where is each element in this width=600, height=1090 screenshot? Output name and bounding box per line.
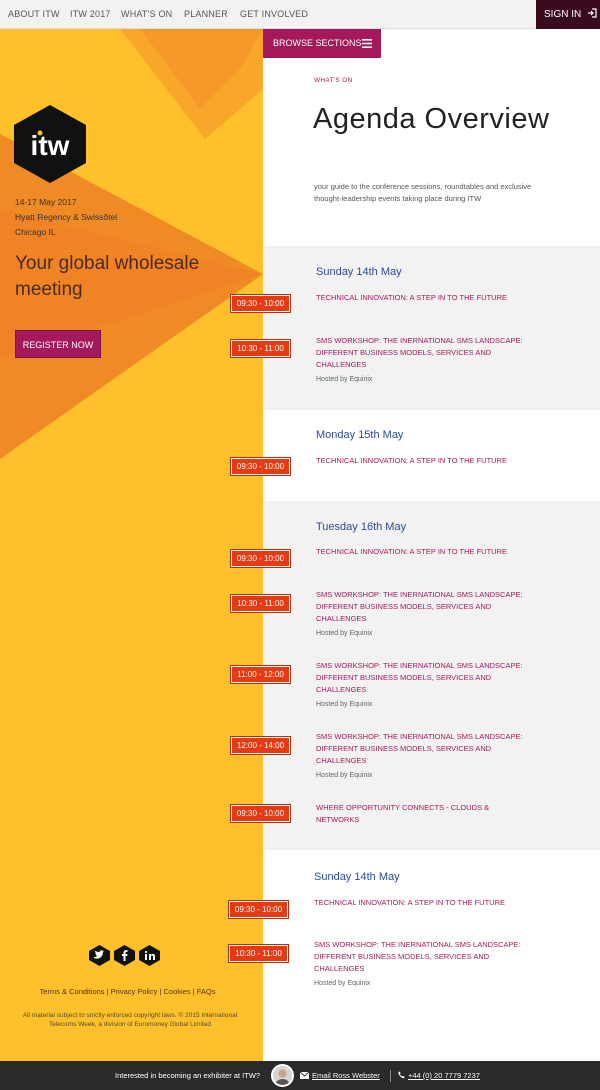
nav-item-itw-2017[interactable]: ITW 2017: [70, 0, 111, 29]
menu-icon: [362, 39, 372, 48]
session-title[interactable]: SMS WORKSHOP: THE INERNATIONAL SMS LANDS…: [316, 660, 541, 696]
session-time-badge: 09:30 - 10:00: [231, 550, 290, 567]
session-time-badge: 10:30 - 11:00: [231, 340, 290, 357]
day-section: Sunday 14th May TECHNICAL INNOVATION: A …: [263, 850, 600, 1061]
session-time-badge: 12:00 - 14:00: [231, 737, 290, 754]
session-time-badge: 10:30 - 11:00: [229, 945, 288, 962]
event-venue: Hyatt Regency & Swissôtel: [15, 212, 118, 222]
session-title[interactable]: WHERE OPPORTUNITY CONNECTS - CLOUDS & NE…: [316, 802, 506, 826]
avatar: [271, 1064, 294, 1087]
faqs-link[interactable]: FAQs: [197, 987, 216, 996]
session-title[interactable]: TECHNICAL INNOVATION: A STEP IN TO THE F…: [314, 897, 539, 909]
nav-item-get-involved[interactable]: GET INVOLVED: [240, 0, 308, 29]
twitter-icon[interactable]: [89, 945, 110, 966]
day-title: Sunday 14th May: [316, 266, 402, 278]
copyright-text: All material subject to strictly enforce…: [22, 1012, 238, 1028]
top-nav: ABOUT ITW ITW 2017 WHAT'S ON PLANNER GET…: [0, 0, 600, 29]
event-city: Chicago IL: [15, 227, 56, 237]
nav-item-whats-on[interactable]: WHAT'S ON: [121, 0, 172, 29]
sign-in-button[interactable]: SIGN IN: [536, 0, 600, 29]
footer-links: Terms & Conditions | Privacy Policy | Co…: [39, 987, 216, 996]
session-host: Hosted by Equinix: [316, 630, 373, 637]
session-time-badge: 09:30 - 10:00: [231, 805, 290, 822]
session-host: Hosted by Equinix: [316, 701, 373, 708]
session-host: Hosted by Equinix: [316, 376, 373, 383]
page-title: Agenda Overview: [313, 103, 550, 135]
sign-in-label: SIGN IN: [544, 9, 582, 20]
session-title[interactable]: TECHNICAL INNOVATION: A STEP IN TO THE F…: [316, 455, 541, 467]
envelope-icon: [300, 1072, 309, 1079]
session-time-badge: 11:00 - 12:00: [231, 666, 290, 683]
day-title: Sunday 14th May: [314, 871, 400, 883]
event-date: 14-17 May 2017: [15, 197, 77, 207]
sign-in-icon: [588, 8, 597, 18]
browse-sections-button[interactable]: BROWSE SECTIONS: [263, 29, 381, 58]
event-tagline: Your global wholesale meeting: [15, 253, 200, 300]
browse-sections-label: BROWSE SECTIONS: [273, 38, 362, 48]
day-section: Sunday 14th May TECHNICAL INNOVATION: A …: [263, 246, 600, 410]
session-host: Hosted by Equinix: [316, 772, 373, 779]
day-section: Tuesday 16th May TECHNICAL INNOVATION: A…: [263, 501, 600, 850]
email-contact-label: Email Ross Webster: [312, 1071, 380, 1080]
day-title: Monday 15th May: [316, 429, 404, 441]
svg-text:itw: itw: [31, 130, 70, 161]
facebook-icon[interactable]: [114, 945, 135, 966]
session-title[interactable]: TECHNICAL INNOVATION: A STEP IN TO THE F…: [316, 546, 541, 558]
session-time-badge: 09:30 - 10:00: [229, 901, 288, 918]
session-host: Hosted by Equinix: [314, 980, 371, 987]
session-title[interactable]: SMS WORKSHOP: THE INERNATIONAL SMS LANDS…: [314, 939, 539, 975]
exhibitor-prompt: Interested in becoming an exhibiter at I…: [115, 1071, 261, 1080]
terms-link[interactable]: Terms & Conditions: [40, 987, 105, 996]
nav-item-about[interactable]: ABOUT ITW: [8, 0, 60, 29]
event-sidebar: itw 14-17 May 2017 Hyatt Regency & Swiss…: [0, 29, 263, 1061]
divider: [390, 1070, 391, 1082]
session-title[interactable]: SMS WORKSHOP: THE INERNATIONAL SMS LANDS…: [316, 589, 541, 625]
breadcrumb: WHAT'S ON: [314, 77, 353, 84]
email-contact-link[interactable]: Email Ross Webster: [300, 1061, 380, 1090]
nav-item-planner[interactable]: PLANNER: [184, 0, 228, 29]
day-title: Tuesday 16th May: [316, 521, 407, 533]
session-title[interactable]: SMS WORKSHOP: THE INERNATIONAL SMS LANDS…: [316, 731, 541, 767]
register-now-button[interactable]: REGISTER NOW: [15, 330, 101, 358]
session-time-badge: 09:30 - 10:00: [231, 295, 290, 312]
session-title[interactable]: SMS WORKSHOP: THE INERNATIONAL SMS LANDS…: [316, 335, 541, 371]
cookies-link[interactable]: Cookies: [163, 987, 190, 996]
itw-logo: itw: [14, 105, 86, 183]
exhibitor-contact-bar: Interested in becoming an exhibiter at I…: [0, 1061, 600, 1090]
phone-contact-label: +44 (0) 20 7779 7237: [408, 1071, 480, 1080]
session-title[interactable]: TECHNICAL INNOVATION: A STEP IN TO THE F…: [316, 292, 541, 304]
privacy-link[interactable]: Privacy Policy: [111, 987, 158, 996]
phone-contact-link[interactable]: +44 (0) 20 7779 7237: [398, 1061, 480, 1090]
session-time-badge: 09:30 - 10:00: [231, 458, 290, 475]
decorative-background-shapes: [0, 29, 263, 459]
linkedin-icon[interactable]: [139, 945, 160, 966]
day-section: Monday 15th May TECHNICAL INNOVATION: A …: [263, 410, 600, 501]
page-intro: your guide to the conference sessions, r…: [314, 182, 532, 203]
session-time-badge: 10:30 - 11:00: [231, 595, 290, 612]
phone-icon: [398, 1071, 405, 1079]
